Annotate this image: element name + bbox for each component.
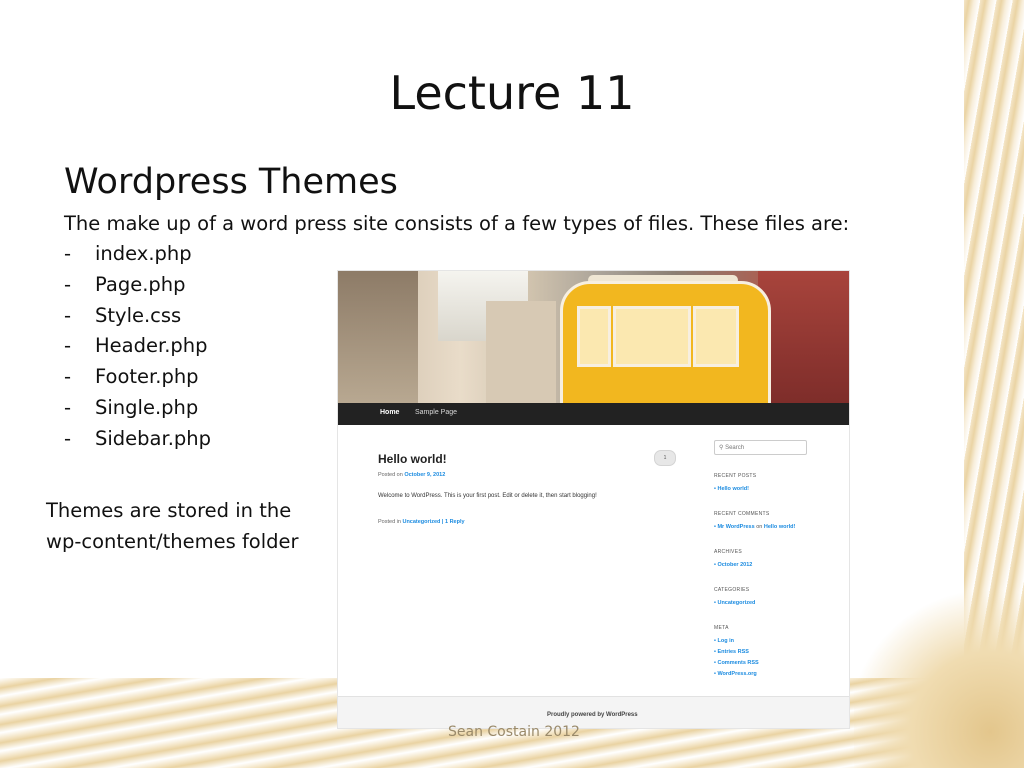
list-dash: - [64, 365, 72, 389]
posted-on-label: Posted on [378, 472, 403, 478]
sidebar-category-link[interactable]: • Uncategorized [714, 600, 755, 606]
slide-title: Lecture 11 [389, 66, 635, 120]
sidebar-heading-meta: META [714, 625, 729, 631]
post-date-link[interactable]: October 9, 2012 [404, 472, 445, 478]
sidebar-meta-login-link[interactable]: • Log in [714, 638, 734, 644]
sidebar-archive-link[interactable]: • October 2012 [714, 562, 752, 568]
file-name: Sidebar.php [95, 426, 212, 450]
post-date-line: Posted on October 9, 2012 [378, 472, 445, 478]
posted-in-label: Posted in [378, 519, 401, 525]
slide-footer-author: Sean Costain 2012 [448, 724, 580, 740]
nav-home-link[interactable]: Home [380, 409, 399, 416]
post-reply-link[interactable]: 1 Reply [445, 519, 465, 525]
list-dash: - [64, 272, 72, 296]
sidebar-recent-post-link[interactable]: • Hello world! [714, 486, 749, 492]
list-item: - Header.php [64, 334, 211, 365]
themes-location-note: Themes are stored in the wp-content/them… [46, 499, 299, 553]
wp-content-area: Hello world! Posted on October 9, 2012 1… [338, 425, 849, 696]
file-name: index.php [95, 242, 192, 265]
list-dash: - [64, 395, 72, 419]
post-title[interactable]: Hello world! [378, 452, 447, 466]
sidebar-search-input[interactable]: ⚲ Search [714, 440, 807, 455]
slide-intro-text: The make up of a word press site consist… [64, 212, 850, 235]
wp-footer: Proudly powered by WordPress [338, 696, 849, 728]
header-banner-image [338, 271, 849, 403]
banner-tram-window [693, 306, 739, 367]
list-dash: - [64, 242, 72, 265]
list-item: - index.php [64, 242, 211, 273]
banner-building-right [758, 271, 849, 403]
banner-tram-window [613, 306, 691, 367]
sidebar-heading-recent-posts: RECENT POSTS [714, 473, 757, 479]
list-item: - Sidebar.php [64, 427, 211, 458]
list-item: - Page.php [64, 273, 211, 304]
sidebar-heading-recent-comments: RECENT COMMENTS [714, 511, 770, 517]
slide-heading: Wordpress Themes [64, 162, 398, 202]
list-item: - Single.php [64, 396, 211, 427]
post-content: Welcome to WordPress. This is your first… [378, 493, 597, 499]
wp-nav-bar: Home Sample Page [338, 403, 849, 425]
file-list: - index.php - Page.php - Style.css - Header.… [64, 242, 211, 458]
sidebar-meta-comments-rss-link[interactable]: • Comments RSS [714, 660, 759, 666]
post-meta-line: Posted in Uncategorized | 1 Reply [378, 519, 465, 525]
file-name: Single.php [95, 395, 199, 419]
search-placeholder: Search [725, 445, 745, 451]
sidebar-meta-wordpress-org-link[interactable]: • WordPress.org [714, 671, 757, 677]
file-name: Header.php [95, 334, 208, 358]
sidebar-heading-categories: CATEGORIES [714, 587, 750, 593]
meta-separator: | [441, 519, 444, 525]
comment-count-bubble[interactable]: 1 [654, 450, 676, 466]
list-dash: - [64, 303, 72, 327]
search-icon: ⚲ [719, 445, 724, 451]
banner-building-left [338, 271, 418, 403]
file-name: Footer.php [95, 365, 199, 389]
sidebar-recent-comment[interactable]: • Mr WordPress on Hello world! [714, 524, 795, 530]
list-item: - Style.css [64, 304, 211, 335]
file-name: Page.php [95, 272, 186, 296]
nav-sample-page-link[interactable]: Sample Page [415, 409, 457, 416]
banner-tram [560, 281, 771, 403]
list-item: - Footer.php [64, 365, 211, 396]
banner-building-middle [486, 301, 556, 403]
list-dash: - [64, 426, 72, 450]
wordpress-screenshot: Home Sample Page Hello world! Posted on … [338, 271, 849, 728]
wp-footer-credit[interactable]: Proudly powered by WordPress [547, 712, 638, 718]
sidebar-meta-entries-rss-link[interactable]: • Entries RSS [714, 649, 749, 655]
decorative-leaf-corner [854, 588, 1024, 768]
list-dash: - [64, 334, 72, 358]
banner-tram-window [577, 306, 611, 367]
sidebar-heading-archives: ARCHIVES [714, 549, 742, 555]
file-name: Style.css [95, 303, 182, 327]
post-category-link[interactable]: Uncategorized [402, 519, 440, 525]
